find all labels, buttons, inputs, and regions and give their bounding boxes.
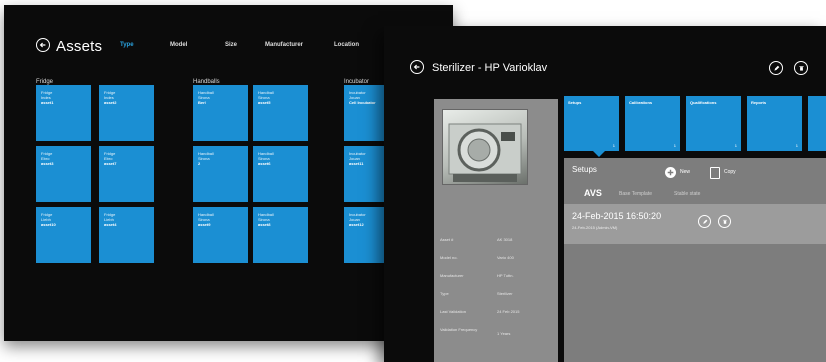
asset-tile[interactable]: Handball Sirona asset8 xyxy=(253,207,308,263)
info-label: Type xyxy=(440,291,449,296)
tile-label: Setups xyxy=(568,100,582,105)
tile-count: 1 xyxy=(673,143,676,148)
back-arrow-icon[interactable] xyxy=(36,38,50,52)
tab-stable-state[interactable]: Stable state xyxy=(674,191,700,197)
tile-id: asset4 xyxy=(104,222,117,227)
info-value: Sterilizer xyxy=(497,291,513,296)
asset-tile[interactable]: Handball Sirona asset5 xyxy=(253,85,308,141)
tile-id: asset9 xyxy=(198,222,211,227)
asset-tile[interactable]: Handball Sirona Berl xyxy=(193,85,248,141)
asset-tile[interactable]: Fridge Indes asset2 xyxy=(99,85,154,141)
info-value: Vario 400 xyxy=(497,255,514,260)
asset-tile[interactable]: Handball Sirona asset6 xyxy=(253,146,308,202)
tile-count: 1 xyxy=(795,143,798,148)
tile-id: asset10 xyxy=(41,222,56,227)
tab-avs[interactable]: AVS xyxy=(584,188,602,198)
info-label: Manufacturer xyxy=(440,273,464,278)
tile-setups[interactable]: Setups 1 xyxy=(564,96,619,151)
asset-tile[interactable]: Fridge Liebh asset10 xyxy=(36,207,91,263)
asset-tile[interactable]: Fridge Liebh asset4 xyxy=(99,207,154,263)
tile-label: Reports xyxy=(751,100,767,105)
setups-tabs: AVS Base Template Stable state xyxy=(564,188,826,204)
tile-id: Berl xyxy=(198,100,206,105)
page-title: Assets xyxy=(56,38,103,55)
tile-id: asset5 xyxy=(258,100,271,105)
info-value: AK 3018 xyxy=(497,237,513,242)
tab-base-template[interactable]: Base Template xyxy=(619,191,652,197)
tile-count: 1 xyxy=(612,143,615,148)
asset-photo xyxy=(442,109,528,185)
entry-subtitle: 24-Feb-2015 (Admin-VM) xyxy=(572,225,618,230)
tile-id: asset2 xyxy=(104,100,117,105)
page-title: Sterilizer - HP Varioklav xyxy=(432,62,548,74)
tab-size[interactable]: Size xyxy=(225,42,237,48)
sterilizer-window: Sterilizer - HP Varioklav Asset # AK 301… xyxy=(384,26,826,362)
asset-tile[interactable]: Handball Sirona asset9 xyxy=(193,207,248,263)
back-arrow-icon[interactable] xyxy=(410,60,424,74)
new-button[interactable]: New xyxy=(680,169,690,175)
copy-icon[interactable] xyxy=(710,167,720,179)
tile-label: Qualifications xyxy=(690,100,717,105)
info-label: Validation Frequency xyxy=(440,327,478,332)
tile-more[interactable] xyxy=(808,96,826,151)
tab-location[interactable]: Location xyxy=(334,42,359,48)
tile-id: asset8 xyxy=(258,222,271,227)
tile-calibrations[interactable]: Calibrations 1 xyxy=(625,96,680,151)
tile-id: asset7 xyxy=(104,161,117,166)
selected-tile-caret xyxy=(593,151,605,157)
asset-tile[interactable]: Fridge Indes asset1 xyxy=(36,85,91,141)
tile-id: asset1 xyxy=(41,100,54,105)
tile-id: asset6 xyxy=(258,161,271,166)
copy-button[interactable]: Copy xyxy=(724,169,736,175)
info-label: Model no. xyxy=(440,255,458,260)
entry-date: 24-Feb-2015 16:50:20 xyxy=(572,211,662,221)
asset-tile[interactable]: Fridge Ebro asset3 xyxy=(36,146,91,202)
asset-tile[interactable]: Fridge Ebro asset7 xyxy=(99,146,154,202)
info-value: 24 Feb 2015 xyxy=(497,309,520,314)
tile-count: 1 xyxy=(734,143,737,148)
asset-tile[interactable]: Handball Sirona 2 xyxy=(193,146,248,202)
info-label: Last Validation xyxy=(440,309,466,314)
new-icon[interactable] xyxy=(665,167,676,178)
info-value: 1 Years xyxy=(497,331,511,336)
setups-panel: Setups New Copy AVS Base Template Stable… xyxy=(564,158,826,362)
tab-type[interactable]: Type xyxy=(120,42,134,48)
tile-id: asset3 xyxy=(41,161,54,166)
edit-icon[interactable] xyxy=(698,215,711,228)
setups-title: Setups xyxy=(572,165,597,174)
edit-icon[interactable] xyxy=(769,61,783,75)
info-label: Asset # xyxy=(440,237,454,242)
setup-entry[interactable]: 24-Feb-2015 16:50:20 24-Feb-2015 (Admin-… xyxy=(564,204,826,244)
tile-reports[interactable]: Reports 1 xyxy=(747,96,802,151)
tile-qualifications[interactable]: Qualifications 1 xyxy=(686,96,741,151)
tile-label: Calibrations xyxy=(629,100,653,105)
delete-icon[interactable] xyxy=(794,61,808,75)
tab-model[interactable]: Model xyxy=(170,42,187,48)
delete-icon[interactable] xyxy=(718,215,731,228)
asset-info-panel: Asset # AK 3018 Model no. Vario 400 Manu… xyxy=(434,99,558,362)
tile-id: 2 xyxy=(198,161,201,166)
info-value: HP Tuttn. xyxy=(497,273,514,278)
tab-manufacturer[interactable]: Manufacturer xyxy=(265,42,303,48)
